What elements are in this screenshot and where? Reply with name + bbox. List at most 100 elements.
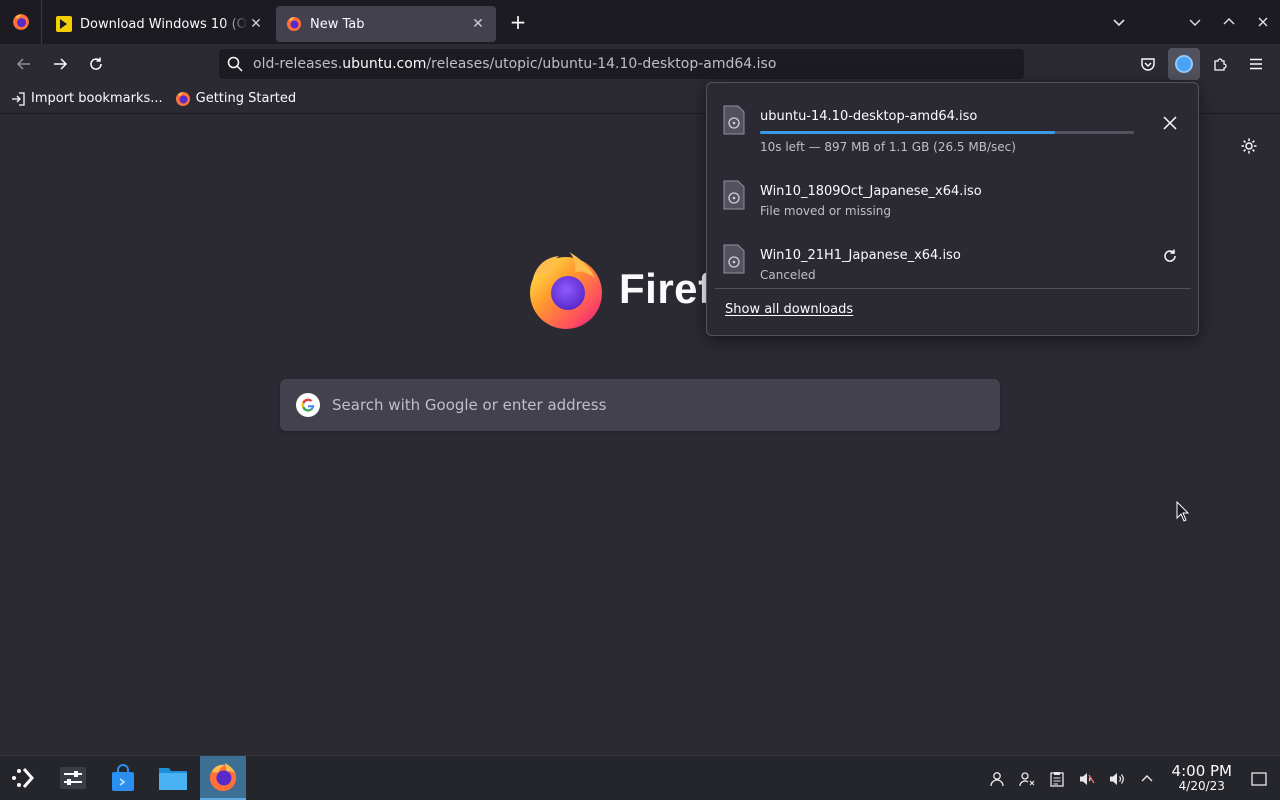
user-status-button[interactable]: [982, 757, 1012, 800]
show-hidden-icons-button[interactable]: [1132, 757, 1162, 800]
tab-title: Download Windows 10 (Oc: [80, 16, 248, 32]
puzzle-icon: [1214, 58, 1227, 71]
tab-download-windows[interactable]: Download Windows 10 (Oc ✕: [46, 6, 274, 42]
minimize-button[interactable]: [1178, 0, 1212, 44]
bookmark-import[interactable]: Import bookmarks...: [10, 91, 163, 107]
minimize-icon: [1189, 19, 1201, 26]
digital-clock[interactable]: 4:00 PM 4/20/23: [1171, 762, 1232, 794]
downloads-button[interactable]: [1168, 48, 1200, 80]
download-item[interactable]: Win10_1809Oct_Japanese_x64.iso File move…: [707, 168, 1198, 228]
cancel-download-button[interactable]: [1158, 111, 1182, 135]
divider: [715, 288, 1191, 289]
firefox-logo: Firef: [525, 248, 713, 330]
download-filename: ubuntu-14.10-desktop-amd64.iso: [760, 109, 978, 124]
desktop-icon: [1251, 771, 1267, 786]
maximize-button[interactable]: [1212, 0, 1246, 44]
search-input[interactable]: Search with Google or enter address: [280, 379, 1000, 431]
personalize-button[interactable]: [1240, 137, 1258, 159]
firefox-logo-icon: [530, 252, 602, 329]
firefox-wordmark: Firef: [619, 265, 713, 312]
download-item[interactable]: Win10_21H1_Japanese_x64.iso Canceled: [707, 232, 1198, 292]
import-icon: [12, 91, 25, 106]
search-placeholder: Search with Google or enter address: [332, 396, 607, 414]
iso-file-icon: [723, 180, 745, 210]
mouse-cursor-icon: [1176, 501, 1190, 522]
retry-download-button[interactable]: [1158, 244, 1182, 268]
file-manager-button[interactable]: [150, 756, 196, 800]
close-tab-icon[interactable]: ✕: [470, 16, 486, 32]
show-desktop-button[interactable]: [1244, 757, 1274, 800]
url-domain: ubuntu.com: [342, 56, 427, 72]
download-filename: Win10_21H1_Japanese_x64.iso: [760, 248, 961, 263]
tab-new-tab[interactable]: New Tab ✕: [276, 6, 496, 42]
download-item[interactable]: ubuntu-14.10-desktop-amd64.iso 10s left …: [707, 93, 1198, 154]
kde-connect-button[interactable]: [1012, 757, 1042, 800]
downloads-panel: ubuntu-14.10-desktop-amd64.iso 10s left …: [706, 82, 1199, 336]
new-tab-button[interactable]: +: [502, 6, 534, 38]
bookmark-label: Import bookmarks...: [31, 91, 163, 106]
hamburger-menu-icon: [1250, 58, 1262, 70]
steamdeck-logo-icon: [12, 768, 35, 788]
forward-button[interactable]: [42, 48, 78, 80]
download-filename: Win10_1809Oct_Japanese_x64.iso: [760, 184, 982, 199]
window-controls: [1102, 0, 1280, 44]
chevron-up-icon: [1141, 774, 1153, 781]
clock-date: 4/20/23: [1178, 779, 1225, 794]
firefox-icon: [12, 14, 29, 30]
download-status: 10s left — 897 MB of 1.1 GB (26.5 MB/sec…: [760, 140, 1016, 154]
firefox-taskbar-button[interactable]: [200, 756, 246, 800]
folder-icon: [159, 768, 187, 790]
back-arrow-icon: [16, 58, 30, 70]
forward-arrow-icon: [54, 58, 68, 70]
iso-file-icon: [723, 244, 745, 274]
user-switch-icon: [1018, 771, 1034, 786]
tab-title: New Tab: [310, 16, 365, 32]
close-icon: [1258, 17, 1268, 27]
reload-button[interactable]: [78, 48, 114, 80]
shopping-bag-icon: [112, 764, 134, 791]
pocket-button[interactable]: [1132, 48, 1164, 80]
system-tray: 4:00 PM 4/20/23: [982, 756, 1280, 800]
pocket-icon: [1141, 58, 1155, 71]
settings-sliders-icon: [60, 767, 86, 789]
download-progress-bar: [760, 131, 1134, 134]
search-icon: [227, 56, 243, 72]
download-progress-icon: [1175, 55, 1193, 73]
volume-button[interactable]: [1102, 757, 1132, 800]
url-prefix: old-releases.: [253, 56, 343, 72]
reload-icon: [90, 57, 102, 70]
tab-strip: Download Windows 10 (Oc ✕ New Tab ✕ +: [0, 0, 1280, 44]
download-site-icon: [56, 16, 72, 32]
system-settings-taskbar-button[interactable]: [50, 756, 96, 800]
volume-icon: [1109, 772, 1124, 785]
iso-file-icon: [723, 105, 745, 135]
google-icon: [296, 393, 320, 417]
list-all-tabs-button[interactable]: [1102, 0, 1136, 44]
show-all-downloads-link[interactable]: Show all downloads: [725, 302, 853, 317]
chevron-down-icon: [1113, 19, 1125, 27]
extensions-button[interactable]: [1204, 48, 1236, 80]
user-icon: [989, 771, 1004, 786]
close-tab-icon[interactable]: ✕: [248, 16, 264, 32]
clipboard-button[interactable]: [1042, 757, 1072, 800]
back-button[interactable]: [6, 48, 42, 80]
url-bar[interactable]: old-releases. ubuntu.com/releases/utopic/…: [219, 49, 1024, 79]
url-path: /releases/utopic/ubuntu-14.10-desktop-am…: [426, 56, 777, 72]
firefox-view-button[interactable]: [0, 0, 42, 44]
download-status: File moved or missing: [760, 204, 892, 218]
firefox-icon: [175, 91, 190, 106]
navigation-toolbar: old-releases. ubuntu.com/releases/utopic/…: [0, 44, 1280, 84]
application-launcher-button[interactable]: [0, 756, 46, 800]
toolbar-right: [1132, 48, 1272, 80]
bookmark-getting-started[interactable]: Getting Started: [175, 91, 297, 107]
discover-store-button[interactable]: [100, 756, 146, 800]
download-status: Canceled: [760, 268, 816, 282]
bookmark-label: Getting Started: [195, 91, 297, 106]
speaker-muted-icon: [1079, 772, 1095, 785]
retry-icon: [1164, 249, 1176, 262]
taskbar: 4:00 PM 4/20/23: [0, 755, 1280, 800]
microphone-muted-button[interactable]: [1072, 757, 1102, 800]
clock-time: 4:00 PM: [1171, 762, 1232, 781]
close-window-button[interactable]: [1246, 0, 1280, 44]
app-menu-button[interactable]: [1240, 48, 1272, 80]
